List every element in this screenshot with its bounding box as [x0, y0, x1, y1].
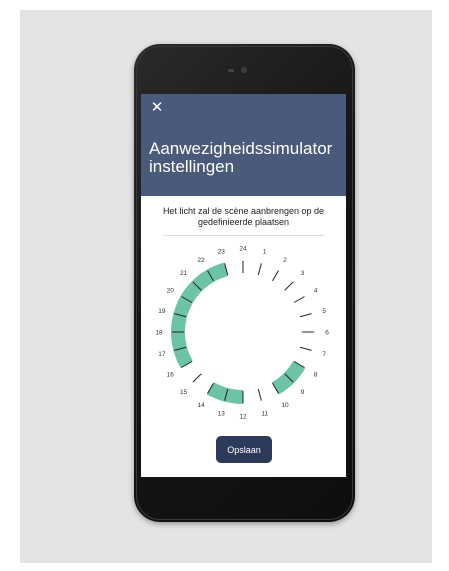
- hour-dial[interactable]: 24 1234567891011121314151617181920212223: [141, 242, 346, 432]
- hour-label-7: 7: [322, 351, 326, 358]
- page-title-line-1: Aanwezigheidssimulator: [149, 139, 333, 158]
- hour-label-13: 13: [218, 411, 226, 418]
- hour-tick-1[interactable]: [257, 263, 262, 276]
- hour-label-4: 4: [314, 288, 318, 295]
- hour-label-8: 8: [314, 372, 318, 379]
- hour-label-6: 6: [325, 330, 329, 337]
- page-title-line-2: instellingen: [149, 157, 235, 176]
- hour-label-23: 23: [218, 248, 226, 255]
- hour-label-16: 16: [167, 372, 175, 379]
- hour-tick-11[interactable]: [257, 388, 262, 401]
- hour-tick-5[interactable]: [299, 313, 312, 318]
- hour-label-3: 3: [301, 270, 305, 277]
- speaker-grille: [228, 69, 234, 72]
- hour-label-18: 18: [155, 330, 163, 337]
- save-button[interactable]: Opslaan: [216, 436, 272, 463]
- hour-label-21: 21: [180, 270, 188, 277]
- page-title: Aanwezigheidssimulator instellingen: [149, 140, 339, 176]
- hour-label-12: 12: [239, 414, 247, 421]
- hour-label-24: 24: [239, 246, 247, 253]
- hour-tick-3[interactable]: [284, 281, 294, 291]
- hour-label-10: 10: [281, 402, 289, 409]
- front-camera: [241, 67, 247, 73]
- hour-label-15: 15: [180, 389, 188, 396]
- close-icon[interactable]: ✕: [149, 100, 165, 116]
- hour-label-19: 19: [158, 308, 166, 315]
- hour-tick-15[interactable]: [192, 373, 202, 383]
- divider: [163, 235, 324, 236]
- modal-header: ✕ Aanwezigheidssimulator instellingen: [141, 94, 346, 196]
- app-screen: ✕ Aanwezigheidssimulator instellingen He…: [141, 94, 346, 477]
- hour-label-20: 20: [167, 288, 175, 295]
- hour-label-1: 1: [263, 248, 267, 255]
- hour-label-14: 14: [197, 402, 205, 409]
- hour-label-5: 5: [322, 308, 326, 315]
- hour-tick-2[interactable]: [272, 270, 279, 282]
- hour-label-22: 22: [197, 257, 205, 264]
- hour-tick-4[interactable]: [293, 296, 305, 303]
- description-text: Het licht zal de scène aanbrengen op de …: [162, 206, 325, 227]
- phone-chin: [141, 477, 346, 517]
- hour-label-9: 9: [301, 389, 305, 396]
- hour-label-11: 11: [261, 411, 268, 418]
- hour-tick-7[interactable]: [299, 346, 312, 351]
- hour-label-17: 17: [158, 351, 166, 358]
- hour-label-2: 2: [283, 257, 287, 264]
